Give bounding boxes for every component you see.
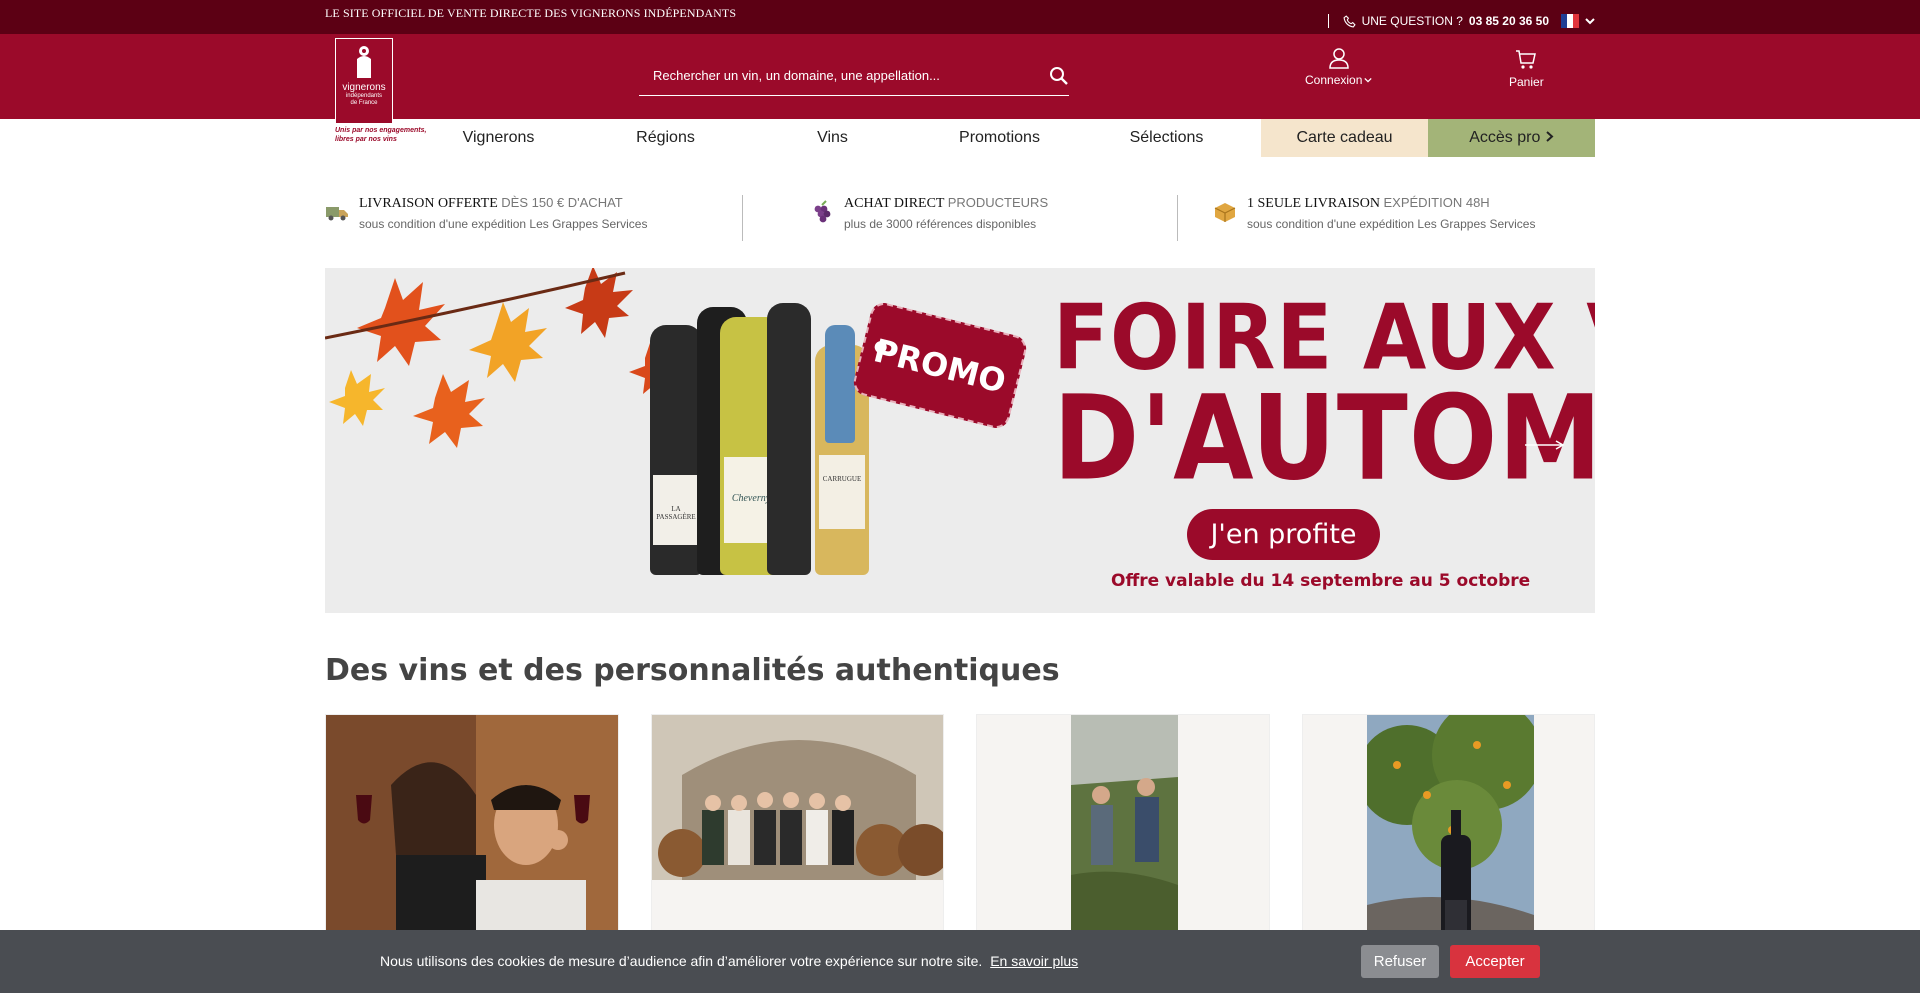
feature-subtitle: sous condition d'une expédition Les Grap… bbox=[1247, 217, 1536, 231]
winemaker-card[interactable] bbox=[976, 714, 1270, 964]
divider bbox=[1327, 14, 1329, 28]
truck-icon bbox=[326, 207, 348, 221]
nav-pro-access[interactable]: Accès pro bbox=[1428, 119, 1595, 157]
nav-item-selections[interactable]: Sélections bbox=[1083, 119, 1250, 157]
bottle-label: CARRUGUE bbox=[819, 455, 865, 529]
wine-bottle bbox=[825, 325, 855, 443]
winemaker-card[interactable] bbox=[1301, 714, 1595, 964]
site-tagline: LE SITE OFFICIEL DE VENTE DIRECTE DES VI… bbox=[325, 6, 737, 20]
cart-icon bbox=[1516, 50, 1537, 69]
user-icon bbox=[1328, 48, 1349, 69]
feature-title-light: PRODUCTEURS bbox=[947, 195, 1049, 210]
features-bar: LIVRAISON OFFERTE DÈS 150 € D'ACHAT sous… bbox=[325, 157, 1595, 272]
arrow-right-icon[interactable] bbox=[1525, 440, 1565, 450]
pro-access-label: Accès pro bbox=[1469, 129, 1541, 146]
top-bar: LE SITE OFFICIEL DE VENTE DIRECTE DES VI… bbox=[0, 0, 1920, 34]
bottle-label: LA PASSAGÈRE bbox=[653, 475, 699, 545]
cookie-banner: Nous utilisons des cookies de mesure d’a… bbox=[0, 930, 1920, 993]
divider bbox=[742, 195, 743, 241]
tagline-line2: libres par nos vins bbox=[335, 136, 397, 143]
winemaker-photo bbox=[326, 715, 618, 963]
nav-gift-card[interactable]: Carte cadeau bbox=[1261, 119, 1428, 157]
cookie-more-link[interactable]: En savoir plus bbox=[990, 953, 1078, 969]
cookie-text-wrapper: Nous utilisons des cookies de mesure d’a… bbox=[380, 953, 1078, 969]
banner-offer-text: Offre valable du 14 septembre au 5 octob… bbox=[1111, 571, 1531, 591]
login-button[interactable]: Connexion bbox=[1305, 46, 1373, 87]
main-header: vignerons indépendants de France Unis pa… bbox=[0, 34, 1920, 143]
accept-button[interactable]: Accepter bbox=[1450, 945, 1540, 978]
banner-cta-button[interactable]: J'en profite bbox=[1187, 509, 1380, 560]
feature-title-light: DÈS 150 € D'ACHAT bbox=[501, 195, 623, 210]
search-icon[interactable] bbox=[1049, 66, 1069, 86]
winemaker-photo bbox=[651, 715, 944, 880]
winemaker-card[interactable] bbox=[325, 714, 619, 964]
nav-item-regions[interactable]: Régions bbox=[582, 119, 749, 157]
feature-title: LIVRAISON OFFERTE bbox=[359, 196, 498, 211]
feature-direct-purchase: ACHAT DIRECT PRODUCTEURS plus de 3000 ré… bbox=[810, 195, 1048, 231]
feature-free-delivery: LIVRAISON OFFERTE DÈS 150 € D'ACHAT sous… bbox=[325, 195, 647, 231]
contact-info: UNE QUESTION ? 03 85 20 36 50 bbox=[1327, 14, 1595, 28]
nav-item-vignerons[interactable]: Vignerons bbox=[415, 119, 582, 157]
winemaker-card[interactable] bbox=[650, 714, 944, 964]
cookie-text: Nous utilisons des cookies de mesure d’a… bbox=[380, 953, 983, 969]
tagline-line1: Unis par nos engagements, bbox=[335, 127, 427, 134]
feature-subtitle: sous condition d'une expédition Les Grap… bbox=[359, 217, 648, 231]
promo-banner[interactable]: LA PASSAGÈRE Cheverny CARRUGUE PROMO FOI… bbox=[325, 268, 1595, 613]
language-selector[interactable] bbox=[1561, 14, 1579, 28]
banner-title-line2: D'AUTOMNE bbox=[1053, 370, 1595, 507]
feature-single-delivery: 1 SEULE LIVRAISON EXPÉDITION 48H sous co… bbox=[1213, 195, 1535, 231]
chevron-down-icon[interactable] bbox=[1585, 16, 1595, 26]
promo-tag: PROMO bbox=[850, 300, 1030, 431]
main-nav: Vignerons Régions Vins Promotions Sélect… bbox=[325, 119, 1595, 157]
wine-bottle bbox=[767, 303, 811, 575]
cart-label: Panier bbox=[1509, 75, 1544, 89]
search-bar bbox=[639, 56, 1069, 96]
feature-title: ACHAT DIRECT bbox=[844, 196, 945, 211]
phone-icon bbox=[1343, 14, 1356, 27]
refuse-button[interactable]: Refuser bbox=[1361, 945, 1439, 978]
site-logo[interactable]: vignerons indépendants de France bbox=[335, 38, 393, 124]
winemaker-photo bbox=[1071, 715, 1178, 963]
grapes-icon bbox=[814, 200, 831, 223]
login-label: Connexion bbox=[1305, 73, 1363, 87]
feature-title: 1 SEULE LIVRAISON bbox=[1247, 196, 1380, 211]
chevron-down-icon bbox=[1364, 77, 1373, 83]
logo-text-france: de France bbox=[350, 100, 378, 106]
box-icon bbox=[1214, 203, 1236, 222]
winemaker-photo bbox=[1366, 715, 1534, 963]
nav-item-vins[interactable]: Vins bbox=[749, 119, 916, 157]
promo-label: PROMO bbox=[870, 330, 1010, 401]
logo-tagline: Unis par nos engagements, libres par nos… bbox=[335, 126, 435, 144]
logo-bottle-icon bbox=[357, 46, 371, 78]
search-input[interactable] bbox=[653, 68, 1023, 83]
feature-title-light: EXPÉDITION 48H bbox=[1383, 195, 1490, 210]
chevron-right-icon bbox=[1546, 131, 1554, 142]
feature-subtitle: plus de 3000 références disponibles bbox=[844, 217, 1037, 231]
divider bbox=[1177, 195, 1178, 241]
phone-number[interactable]: 03 85 20 36 50 bbox=[1469, 14, 1549, 28]
wine-bottle: LA PASSAGÈRE bbox=[650, 325, 702, 575]
logo-text-independants: indépendants bbox=[345, 93, 383, 99]
nav-item-promotions[interactable]: Promotions bbox=[916, 119, 1083, 157]
question-label: UNE QUESTION ? bbox=[1361, 14, 1463, 28]
cart-button[interactable]: Panier bbox=[1509, 48, 1544, 89]
winemaker-cards bbox=[325, 714, 1595, 964]
section-title: Des vins et des personnalités authentiqu… bbox=[325, 653, 1060, 688]
logo-text-vignerons: vignerons bbox=[342, 82, 386, 93]
